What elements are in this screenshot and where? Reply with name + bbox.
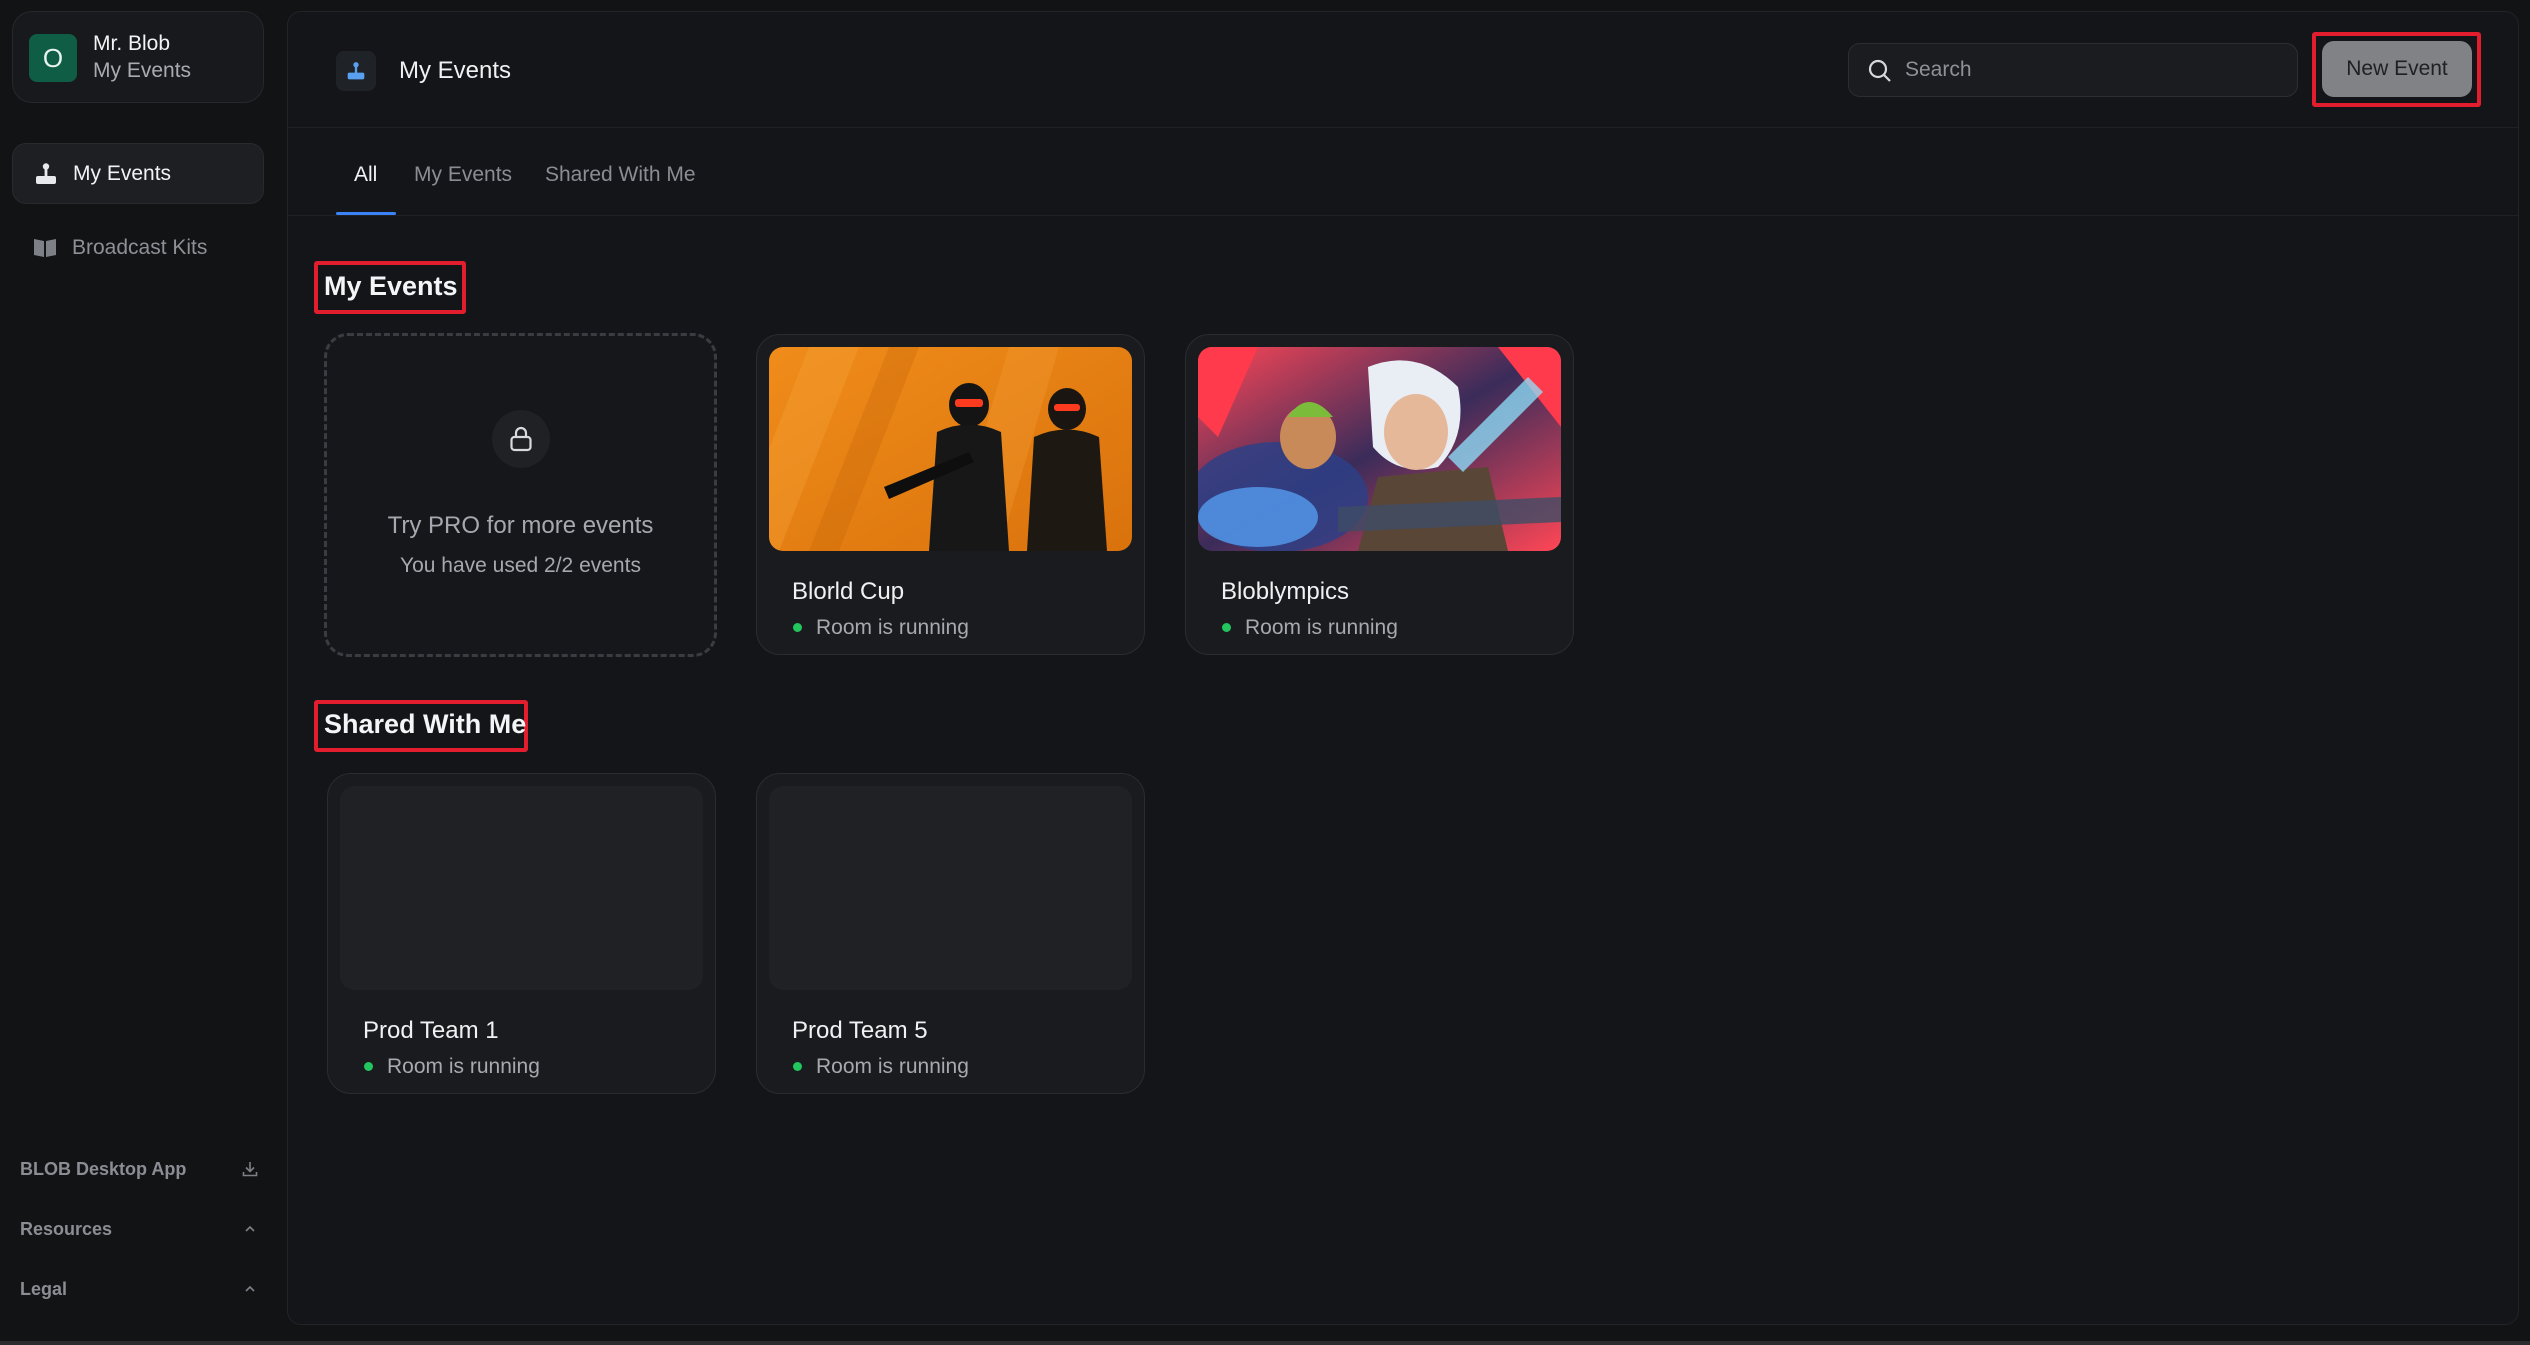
tab-shared-with-me[interactable]: Shared With Me	[545, 163, 696, 187]
footer-label: BLOB Desktop App	[20, 1158, 187, 1179]
chevron-up-icon	[245, 1285, 255, 1292]
account-name: Mr. Blob	[93, 32, 171, 55]
sidebar-footer-legal[interactable]: Legal	[20, 1274, 260, 1304]
event-thumbnail-placeholder	[340, 786, 703, 990]
status-dot	[364, 1062, 373, 1071]
footer-label: Legal	[20, 1278, 68, 1299]
event-thumbnail-placeholder	[769, 786, 1132, 990]
joystick-icon	[336, 51, 376, 91]
sidebar-item-label: My Events	[73, 161, 172, 185]
sidebar-footer-resources[interactable]: Resources	[20, 1214, 260, 1244]
sidebar-item-label: Broadcast Kits	[72, 235, 208, 259]
active-tab-indicator	[336, 212, 396, 215]
event-status: Room is running	[387, 1055, 540, 1078]
page-header: My Events New Event	[288, 12, 2518, 128]
avatar: O	[29, 34, 77, 82]
status-dot	[1222, 623, 1231, 632]
event-thumbnail	[1198, 347, 1561, 551]
event-thumbnail	[769, 347, 1132, 551]
event-card[interactable]: Prod Team 5 Room is running	[756, 773, 1145, 1094]
event-title: Prod Team 5	[792, 1017, 928, 1044]
event-title: Prod Team 1	[363, 1017, 499, 1044]
event-status: Room is running	[816, 616, 969, 639]
account-switcher[interactable]: O Mr. Blob My Events	[12, 11, 264, 103]
sidebar: O Mr. Blob My Events My Events Broadcast…	[0, 0, 278, 1345]
event-card[interactable]: Bloblympics Room is running	[1185, 334, 1574, 655]
new-event-button[interactable]: New Event	[2322, 41, 2472, 97]
pro-card-subtitle: You have used 2/2 events	[400, 554, 641, 577]
search-box[interactable]	[1848, 43, 2298, 97]
event-title: Blorld Cup	[792, 578, 905, 605]
filter-tabs: All My Events Shared With Me	[288, 128, 2518, 216]
sidebar-item-my-events[interactable]: My Events	[12, 143, 264, 204]
event-status: Room is running	[1245, 616, 1398, 639]
chevron-up-icon	[245, 1225, 255, 1232]
status-dot	[793, 623, 802, 632]
book-icon	[34, 239, 56, 257]
upgrade-pro-card[interactable]: Try PRO for more events You have used 2/…	[324, 333, 717, 657]
main-panel: My Events New Event All My Events Shared…	[287, 11, 2519, 1325]
event-card[interactable]: Prod Team 1 Room is running	[327, 773, 716, 1094]
joystick-icon	[36, 163, 56, 184]
footer-label: Resources	[20, 1218, 113, 1239]
window-bottom-border	[0, 1341, 2530, 1345]
sidebar-item-broadcast-kits[interactable]: Broadcast Kits	[12, 217, 264, 278]
download-icon	[242, 1162, 258, 1177]
page-title: My Events	[399, 57, 512, 84]
pro-card-title: Try PRO for more events	[387, 512, 654, 539]
search-input[interactable]	[1905, 52, 2285, 88]
event-title: Bloblympics	[1221, 578, 1350, 605]
status-dot	[793, 1062, 802, 1071]
tab-all[interactable]: All	[354, 163, 377, 187]
sidebar-footer-desktop-app[interactable]: BLOB Desktop App	[20, 1154, 260, 1184]
account-subtitle: My Events	[93, 59, 192, 82]
section-title-shared-with-me: Shared With Me	[324, 709, 527, 739]
tab-my-events[interactable]: My Events	[414, 163, 512, 187]
lock-icon	[492, 410, 550, 468]
event-card[interactable]: Blorld Cup Room is running	[756, 334, 1145, 655]
search-icon	[1868, 59, 1891, 82]
event-status: Room is running	[816, 1055, 969, 1078]
section-title-my-events: My Events	[324, 271, 458, 301]
